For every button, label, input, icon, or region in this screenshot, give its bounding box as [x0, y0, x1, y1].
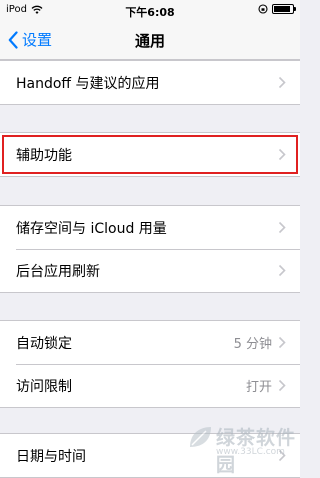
navigation-bar: 设置 通用 [0, 20, 300, 60]
leaf-logo-icon [190, 427, 211, 447]
status-time: 下午6:08 [125, 6, 175, 19]
chevron-right-icon [278, 379, 286, 392]
settings-group-accessibility: 辅助功能 [0, 132, 300, 177]
row-value: 打开 [245, 380, 272, 395]
row-auto-lock[interactable]: 自动锁定 5 分钟 [0, 321, 300, 364]
watermark-url: www.33LC.com [216, 447, 285, 457]
row-restrictions[interactable]: 访问限制 打开 [0, 364, 300, 407]
chevron-right-icon [278, 148, 286, 161]
row-label: 辅助功能 [16, 147, 72, 164]
row-label: 访问限制 [16, 378, 72, 395]
row-handoff[interactable]: Handoff 与建议的应用 [0, 61, 300, 104]
status-right [258, 4, 296, 14]
chevron-right-icon [278, 264, 286, 277]
rotation-lock-icon [258, 4, 268, 14]
row-background-refresh[interactable]: 后台应用刷新 [0, 249, 300, 292]
row-label: 后台应用刷新 [16, 263, 100, 280]
settings-group-handoff: Handoff 与建议的应用 [0, 60, 300, 105]
chevron-right-icon [278, 336, 286, 349]
page-title: 通用 [134, 32, 165, 50]
row-label: 储存空间与 iCloud 用量 [16, 220, 167, 237]
row-value: 5 分钟 [233, 337, 272, 352]
row-label: 自动锁定 [16, 335, 72, 352]
row-label: Handoff 与建议的应用 [16, 75, 160, 92]
battery-icon [272, 4, 296, 14]
watermark: 绿茶软件园 www.33LC.com [186, 417, 296, 476]
settings-group-storage: 储存空间与 iCloud 用量 后台应用刷新 [0, 205, 300, 293]
chevron-right-icon [278, 221, 286, 234]
chevron-right-icon [278, 76, 286, 89]
settings-group-lock: 自动锁定 5 分钟 访问限制 打开 [0, 320, 300, 408]
battery-fill [274, 6, 290, 12]
row-accessibility[interactable]: 辅助功能 [0, 133, 300, 176]
status-bar: iPod 下午6:08 [0, 0, 300, 20]
row-storage[interactable]: 储存空间与 iCloud 用量 [0, 206, 300, 249]
